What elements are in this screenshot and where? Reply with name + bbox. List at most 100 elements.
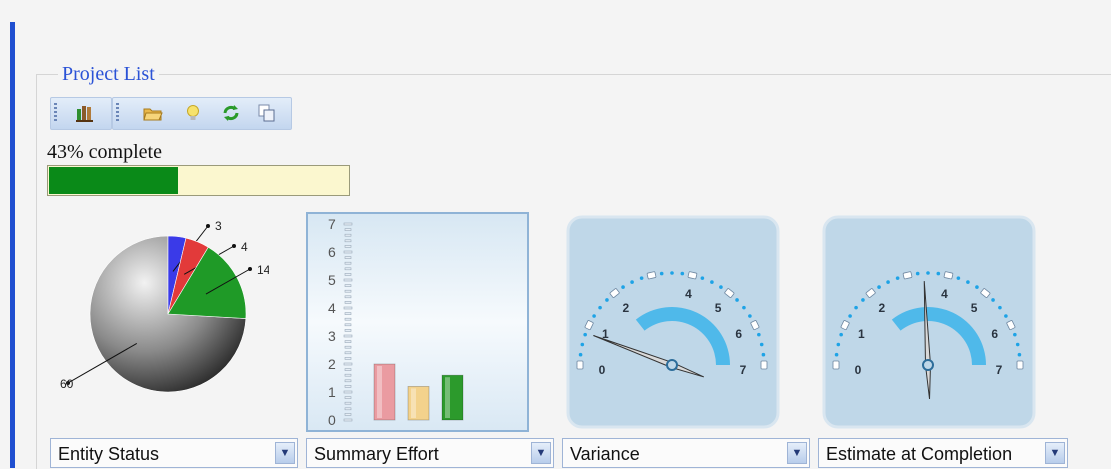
bar-highlight bbox=[445, 377, 450, 418]
variance-dropdown[interactable]: Variance ▼ bbox=[562, 438, 810, 468]
gauge-dot bbox=[578, 352, 583, 357]
chevron-down-icon[interactable]: ▼ bbox=[275, 442, 295, 464]
toolbar-group-2 bbox=[112, 97, 292, 130]
y-axis-tick bbox=[344, 261, 352, 265]
chevron-down-icon[interactable]: ▼ bbox=[787, 442, 807, 464]
y-axis-tick bbox=[344, 396, 352, 399]
gauge-dot bbox=[759, 342, 764, 347]
lightbulb-icon[interactable] bbox=[183, 103, 203, 123]
gauge-dot bbox=[761, 352, 766, 357]
gauge-dot bbox=[839, 332, 843, 337]
y-axis-tick bbox=[343, 306, 353, 310]
y-axis-tick bbox=[344, 295, 352, 299]
copy-icon[interactable] bbox=[257, 103, 277, 123]
entity-status-chart: 60 3 4 14 bbox=[48, 212, 271, 432]
chevron-down-icon[interactable]: ▼ bbox=[1045, 442, 1065, 464]
y-axis-tick bbox=[344, 345, 352, 349]
gauge-dot bbox=[966, 280, 970, 284]
y-axis-tick bbox=[344, 233, 352, 237]
gauge-dot bbox=[583, 332, 587, 337]
gauge-chart: 0124567 bbox=[822, 215, 1036, 429]
gauge-major-tick bbox=[943, 271, 954, 280]
gauge-dot bbox=[680, 271, 685, 276]
gauge-dot bbox=[670, 271, 674, 275]
y-tick-label: 4 bbox=[328, 300, 336, 316]
gauge-major-tick bbox=[576, 360, 584, 370]
bar-highlight bbox=[377, 366, 382, 418]
gauge-tick-label: 1 bbox=[858, 327, 865, 341]
y-tick-label: 1 bbox=[328, 384, 336, 400]
y-axis-tick bbox=[344, 245, 352, 248]
gauge-dot bbox=[877, 285, 881, 289]
gauge-dot bbox=[605, 298, 609, 302]
y-axis-tick bbox=[344, 368, 352, 371]
gauge-dot bbox=[621, 285, 625, 289]
gauge-tick-label: 0 bbox=[855, 363, 862, 377]
y-axis-tick bbox=[343, 334, 353, 338]
y-tick-label: 3 bbox=[328, 328, 336, 344]
gauge-tick-label: 7 bbox=[740, 363, 747, 377]
y-axis-tick bbox=[344, 401, 352, 405]
gauge-major-tick bbox=[902, 271, 913, 280]
y-tick-label: 2 bbox=[328, 356, 336, 372]
toolbar-grip[interactable] bbox=[54, 103, 57, 123]
pie-data-label: 4 bbox=[241, 240, 248, 254]
y-axis-tick bbox=[344, 239, 352, 243]
y-axis-tick bbox=[344, 256, 352, 259]
toolbar-grip[interactable] bbox=[116, 103, 119, 123]
y-axis-tick bbox=[344, 407, 352, 411]
gauge-tick-label: 5 bbox=[971, 301, 978, 315]
gauge-dot bbox=[936, 271, 941, 276]
y-tick-label: 5 bbox=[328, 272, 336, 288]
open-folder-icon[interactable] bbox=[143, 103, 163, 123]
gauge-dot bbox=[834, 352, 839, 357]
gauge-dot bbox=[710, 280, 714, 284]
summary-effort-dropdown[interactable]: Summary Effort ▼ bbox=[306, 438, 554, 468]
y-axis-tick bbox=[343, 390, 353, 394]
gauge-tick-label: 2 bbox=[879, 301, 886, 315]
gauge-dot bbox=[580, 342, 585, 347]
gauge-dot bbox=[735, 298, 739, 302]
panel-title: Project List bbox=[58, 63, 159, 86]
gauge-dot bbox=[598, 305, 602, 310]
gauge-hub bbox=[666, 359, 678, 371]
gauge-dot bbox=[630, 280, 634, 284]
y-axis-tick bbox=[343, 362, 353, 366]
gauge-dot bbox=[659, 271, 664, 276]
gauge-dot bbox=[915, 271, 920, 276]
y-axis-tick bbox=[344, 267, 352, 271]
refresh-icon[interactable] bbox=[221, 103, 241, 123]
y-axis-tick bbox=[344, 301, 352, 304]
estimate-at-completion-dropdown[interactable]: Estimate at Completion ▼ bbox=[818, 438, 1068, 468]
pie-data-label: 3 bbox=[215, 219, 222, 233]
dropdown-value: Summary Effort bbox=[314, 444, 439, 464]
pie-leader-dot bbox=[206, 224, 210, 228]
gauge-face bbox=[566, 215, 780, 429]
books-icon[interactable] bbox=[75, 103, 95, 123]
gauge-dot bbox=[719, 285, 723, 289]
gauge-tick-label: 0 bbox=[599, 363, 606, 377]
gauge-dot bbox=[757, 332, 761, 337]
gauge-dot bbox=[700, 276, 705, 280]
chevron-down-icon[interactable]: ▼ bbox=[531, 442, 551, 464]
y-axis-tick bbox=[344, 284, 352, 287]
entity-status-dropdown[interactable]: Entity Status ▼ bbox=[50, 438, 298, 468]
gauge-dot bbox=[1017, 352, 1022, 357]
y-tick-label: 7 bbox=[328, 216, 336, 232]
gauge-dot bbox=[836, 342, 841, 347]
variance-gauge: 0124567 bbox=[562, 212, 783, 432]
y-axis-tick bbox=[344, 351, 352, 355]
dropdown-value: Entity Status bbox=[58, 444, 160, 464]
gauge-tick-label: 4 bbox=[941, 287, 948, 301]
gauge-dot bbox=[991, 298, 995, 302]
gauge-chart: 0124567 bbox=[566, 215, 780, 429]
progress-label: 43% complete bbox=[47, 141, 162, 163]
y-axis-tick bbox=[344, 317, 352, 321]
gauge-tick-label: 6 bbox=[735, 327, 742, 341]
bar-highlight bbox=[411, 388, 416, 418]
y-axis-tick bbox=[343, 278, 353, 282]
progress-bar bbox=[47, 165, 350, 196]
gauge-tick-label: 6 bbox=[991, 327, 998, 341]
gauge-tick-label: 4 bbox=[685, 287, 692, 301]
gauge-major-tick bbox=[760, 360, 768, 370]
